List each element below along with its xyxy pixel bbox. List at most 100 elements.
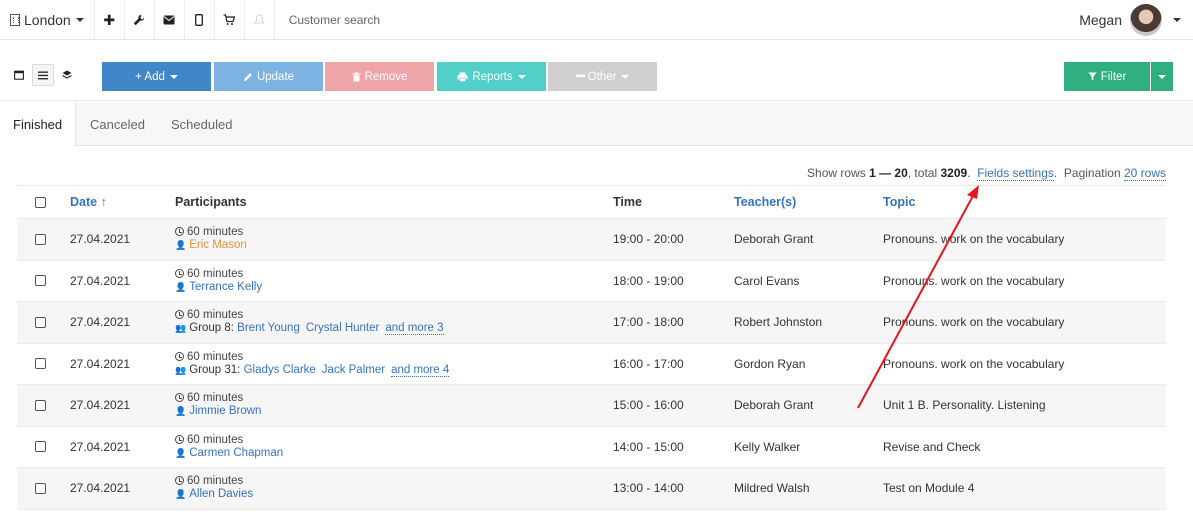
other-button-label: Other	[587, 70, 617, 83]
select-all-checkbox[interactable]	[35, 196, 46, 208]
date-cell: 27.04.2021	[70, 439, 131, 454]
tab-finished[interactable]: Finished	[0, 102, 77, 147]
filter-button[interactable]: Filter	[1064, 62, 1150, 91]
branch-selector[interactable]: London	[0, 0, 95, 40]
participant-link[interactable]: Gladys Clarke	[244, 364, 316, 376]
funnel-icon	[1088, 72, 1097, 81]
row-checkbox[interactable]	[35, 441, 46, 453]
table-body: 27.04.2021 60 minutes 👤 Eric Mason 19:00 - 2…	[17, 219, 1166, 510]
user-icon: 👤	[175, 447, 187, 458]
participant-link[interactable]: Brent Young	[237, 322, 300, 334]
participants-cell: 60 minutes 👥 Group 8: Brent Young Crystal H…	[175, 302, 444, 343]
row-select-cell	[35, 427, 46, 468]
table-row[interactable]: 27.04.2021 60 minutes 👤 Allen Davies 13:00 -…	[17, 468, 1166, 510]
participants-line: 👤 Terrance Kelly	[175, 281, 262, 294]
action-toolbar: + Add Update Remove Reports ••• Other Fi…	[0, 41, 1193, 101]
participant-link[interactable]: Jimmie Brown	[189, 405, 261, 417]
date-column-header[interactable]: Date ↑	[70, 186, 107, 218]
trash-icon	[352, 71, 361, 81]
date-cell: 27.04.2021	[70, 356, 131, 371]
rows-per-page-link[interactable]: 20 rows	[1123, 166, 1166, 181]
clock-icon	[175, 476, 184, 486]
row-select-cell	[35, 261, 46, 302]
row-checkbox[interactable]	[35, 482, 46, 494]
participants-line: 👤 Eric Mason	[175, 239, 247, 252]
topic-cell: Pronouns. work on the vocabulary	[883, 356, 1065, 371]
clock-icon	[175, 227, 184, 237]
participant-link[interactable]: Allen Davies	[189, 488, 253, 500]
participants-cell: 60 minutes 👤 Terrance Kelly	[175, 261, 262, 302]
participants-cell: 60 minutes 👤 Carmen Chapman	[175, 427, 283, 468]
layers-view-icon[interactable]	[56, 64, 78, 86]
teacher-cell: Kelly Walker	[734, 439, 801, 454]
row-checkbox[interactable]	[35, 358, 46, 370]
duration-text: 60 minutes	[187, 350, 244, 363]
row-select-cell	[35, 468, 46, 509]
participants-line: 👤 Allen Davies	[175, 488, 253, 501]
chevron-down-icon	[517, 74, 526, 79]
participant-link[interactable]: Carmen Chapman	[189, 447, 283, 459]
participants-line: 👤 Jimmie Brown	[175, 405, 261, 418]
topic-cell: Pronouns. work on the vocabulary	[883, 232, 1065, 247]
topic-column-header[interactable]: Topic	[883, 186, 915, 218]
row-checkbox[interactable]	[35, 316, 46, 328]
duration-text: 60 minutes	[187, 267, 244, 280]
time-cell: 15:00 - 16:00	[613, 398, 684, 413]
customer-search-input[interactable]: Customer search	[289, 13, 380, 27]
participants-cell: 60 minutes 👤 Eric Mason	[175, 219, 247, 260]
table-row[interactable]: 27.04.2021 60 minutes 👥 Group 8: Brent Youn…	[17, 302, 1166, 344]
participant-link[interactable]: Jack Palmer	[322, 364, 385, 376]
teachers-column-header[interactable]: Teacher(s)	[734, 186, 796, 218]
filter-dropdown-toggle[interactable]	[1151, 62, 1173, 91]
date-cell: 27.04.2021	[70, 315, 131, 330]
avatar[interactable]	[1130, 4, 1162, 36]
more-participants-link[interactable]: and more 3	[385, 322, 444, 336]
tab-canceled[interactable]: Canceled	[77, 102, 158, 146]
participant-link[interactable]: Terrance Kelly	[189, 281, 262, 293]
mobile-icon[interactable]	[185, 0, 215, 40]
participant-link[interactable]: Eric Mason	[189, 239, 247, 251]
participant-link[interactable]: Crystal Hunter	[306, 322, 380, 334]
plus-icon[interactable]: ✚	[95, 0, 125, 40]
more-participants-link[interactable]: and more 4	[391, 363, 450, 377]
duration-text: 60 minutes	[187, 392, 244, 405]
bell-icon[interactable]	[245, 0, 275, 40]
filter-button-label: Filter	[1100, 70, 1127, 83]
wrench-icon[interactable]	[125, 0, 155, 40]
remove-button[interactable]: Remove	[325, 62, 434, 91]
other-button[interactable]: ••• Other	[548, 62, 657, 91]
date-cell: 27.04.2021	[70, 232, 131, 247]
tab-scheduled[interactable]: Scheduled	[158, 102, 245, 146]
fields-settings-link[interactable]: Fields settings	[977, 166, 1054, 181]
rows-prefix: Show rows	[807, 166, 866, 180]
reports-button[interactable]: Reports	[437, 62, 546, 91]
add-button[interactable]: + Add	[102, 62, 211, 91]
table-row[interactable]: 27.04.2021 60 minutes 👤 Terrance Kelly 18:00…	[17, 261, 1166, 302]
user-icon: 👤	[175, 281, 187, 292]
top-bar-left: London ✚ Customer search	[0, 0, 380, 40]
duration-text: 60 minutes	[187, 475, 244, 488]
update-button[interactable]: Update	[214, 62, 323, 91]
calendar-view-icon[interactable]	[8, 64, 30, 86]
time-cell: 18:00 - 19:00	[613, 273, 684, 288]
row-select-cell	[35, 385, 46, 426]
teacher-cell: Gordon Ryan	[734, 356, 806, 371]
clock-icon	[175, 310, 184, 320]
row-checkbox[interactable]	[35, 233, 46, 245]
chevron-down-icon	[169, 74, 178, 79]
row-checkbox[interactable]	[35, 275, 46, 287]
user-icon: 👤	[175, 406, 187, 417]
table-row[interactable]: 27.04.2021 60 minutes 👤 Jimmie Brown 15:00 -…	[17, 385, 1166, 427]
list-view-icon[interactable]	[32, 64, 54, 86]
duration: 60 minutes	[175, 351, 243, 364]
teacher-cell: Robert Johnston	[734, 315, 823, 330]
table-row[interactable]: 27.04.2021 60 minutes 👤 Eric Mason 19:00 - 2…	[17, 219, 1166, 261]
table-row[interactable]: 27.04.2021 60 minutes 👤 Carmen Chapman 14:00…	[17, 427, 1166, 468]
row-checkbox[interactable]	[35, 399, 46, 411]
table-row[interactable]: 27.04.2021 60 minutes 👥 Group 31: Gladys Cl…	[17, 344, 1166, 385]
rows-total: 3209	[940, 166, 968, 180]
cart-icon[interactable]	[215, 0, 245, 40]
remove-button-label: Remove	[364, 70, 408, 83]
user-menu[interactable]: Megan	[1079, 4, 1181, 36]
envelope-icon[interactable]	[155, 0, 185, 40]
